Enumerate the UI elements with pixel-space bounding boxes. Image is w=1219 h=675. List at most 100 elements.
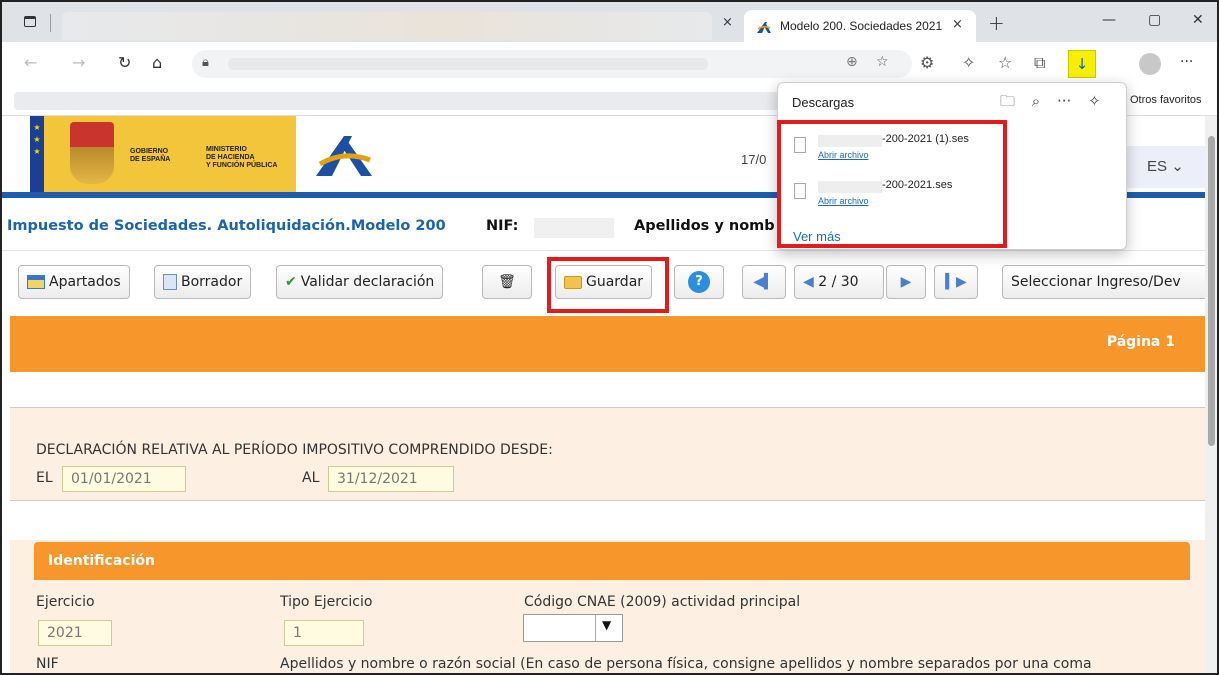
page-label: Página 1 [1106,334,1175,350]
apellidos-label: Apellidos y nomb [634,218,775,234]
period-section: DECLARACIÓN RELATIVA AL PERÍODO IMPOSITI… [10,408,1205,500]
window-close-button[interactable]: ✕ [1192,12,1204,28]
government-logo[interactable]: ★ ★ ★ GOBIERNO DE ESPAÑA MINISTERIO DE HACIE… [30,116,296,192]
prev-page-icon[interactable]: ◀ [803,274,818,290]
refresh-icon[interactable]: ↻ [118,53,131,72]
collections-icon[interactable]: ⧉ [1034,53,1045,73]
borrador-button[interactable]: Borrador [154,265,252,299]
eu-flag-icon: ★ ★ ★ [30,116,44,192]
gov-name: GOBIERNO DE ESPAÑA [130,148,171,163]
guardar-highlight [547,257,669,313]
identificacion-section: Identificación Ejercicio 2021 Tipo Ejerc… [10,540,1205,673]
page-navigator[interactable]: ◀ 2 / 30 [794,265,884,299]
last-page-icon: ▍▶ [945,274,967,290]
window-menu-icon[interactable] [24,16,36,27]
ejercicio-field[interactable]: 2021 [38,620,112,646]
screenshot-frame: × Modelo 200. Sociedades 2021 × + — ▢ ✕ … [0,0,1219,675]
favorites-icon[interactable]: ☆ [998,53,1012,72]
al-label: AL [302,470,320,486]
first-page-button[interactable]: ◀▍ [742,265,786,299]
close-icon[interactable]: × [722,15,733,30]
chevron-down-icon: ▼ [602,618,612,632]
search-icon[interactable]: ⌕ [1032,92,1040,110]
minimize-button[interactable]: — [1102,12,1116,28]
apartados-button[interactable]: Apartados [18,265,130,299]
draft-document-icon [163,274,177,290]
other-favorites-link[interactable]: Otros favoritos [1130,94,1202,106]
profile-avatar[interactable] [1139,53,1161,75]
page-indicator: 2 / 30 [818,274,859,290]
section-title: Identificación [48,553,155,569]
page-scrollbar[interactable] [1205,116,1217,673]
scrollbar-thumb[interactable] [1208,136,1215,446]
folder-icon[interactable]: 🗀︎ [1000,92,1015,110]
zoom-icon[interactable]: ⊕ [846,54,858,70]
settings-more-icon[interactable]: ··· [1180,54,1193,70]
browser-toolbar: ← → ↻ ⌂ 🔒︎ ⊕ ☆ ⚙ ✧ ☆ ⧉ ↓ ··· [2,42,1217,86]
coat-of-arms-icon [70,122,114,184]
tipo-ejercicio-label: Tipo Ejercicio [280,594,373,610]
checkmark-icon: ✔ [285,274,297,290]
language-selector[interactable]: ES ⌄ [1127,146,1205,188]
el-label: EL [36,470,53,486]
more-options-icon[interactable]: ··· [1057,92,1071,110]
add-favorite-icon[interactable]: ☆ [876,54,889,70]
first-page-icon: ◀▍ [753,274,775,290]
tab-close-icon[interactable]: × [952,17,963,32]
forward-icon[interactable]: → [72,53,85,72]
apellidos-field-label: Apellidos y nombre o razón social (En ca… [280,656,1092,672]
chevron-down-icon: ⌄ [1171,158,1184,175]
new-tab-button[interactable]: + [988,11,1005,35]
aeat-favicon-icon [757,22,771,33]
last-page-button[interactable]: ▍▶ [934,265,978,299]
active-tab[interactable]: Modelo 200. Sociedades 2021 × [744,10,976,42]
cnae-dropdown-value [524,615,596,641]
form-title: Impuesto de Sociedades. Autoliquidación.… [7,218,446,234]
spacer-row-2 [10,500,1205,540]
extensions-puzzle-icon[interactable]: ✧ [962,53,975,72]
nif-label: NIF: [486,218,519,234]
language-label: ES [1147,158,1168,175]
nif-value-redacted [534,218,614,238]
spacer-row [10,372,1205,408]
blurred-tab[interactable] [62,12,712,40]
tab-title: Modelo 200. Sociedades 2021 [780,19,943,33]
help-icon: ? [688,271,710,293]
downloads-header-icons: 🗀︎ ⌕ ··· ✧ [1000,91,1113,116]
nif-field-label: NIF [36,656,59,672]
browser-tab-bar: × Modelo 200. Sociedades 2021 × + — ▢ ✕ [2,2,1217,42]
downloads-highlight [777,120,1007,248]
next-page-icon: ▶ [900,274,912,290]
blurred-favorites[interactable] [14,92,784,110]
help-button[interactable]: ? [674,265,724,299]
downloads-button[interactable]: ↓ [1068,50,1096,78]
lock-icon[interactable]: 🔒︎ [202,55,209,70]
agencia-tributaria-logo-icon[interactable] [314,132,374,178]
seleccionar-ingreso-button[interactable]: Seleccionar Ingreso/Dev [1002,265,1212,299]
extension-icon[interactable]: ⚙ [920,53,934,72]
pin-icon[interactable]: ✧ [1088,92,1101,110]
header-date: 17/0 [741,152,767,167]
tab-separator [50,14,51,32]
address-bar[interactable]: 🔒︎ ⊕ ☆ [192,50,912,78]
page-header-bar: Página 1 [10,316,1205,372]
tipo-ejercicio-field[interactable]: 1 [284,620,364,646]
home-icon[interactable]: ⌂ [152,53,162,72]
maximize-button[interactable]: ▢ [1148,12,1161,28]
validar-declaracion-button[interactable]: ✔ Validar declaración [276,265,444,299]
ejercicio-label: Ejercicio [36,594,95,610]
cnae-label: Código CNAE (2009) actividad principal [524,594,801,610]
blurred-url [228,58,708,70]
back-icon[interactable]: ← [24,53,37,72]
downloads-title: Descargas [792,95,855,110]
declaration-text: DECLARACIÓN RELATIVA AL PERÍODO IMPOSITI… [36,442,553,458]
trash-icon: 🗑︎ [498,274,516,290]
ministry-name: MINISTERIO DE HACIENDA Y FUNCIÓN PÚBLICA [206,146,278,169]
delete-button[interactable]: 🗑︎ [482,265,532,299]
period-end-field[interactable]: 31/12/2021 [328,466,454,492]
next-page-button[interactable]: ▶ [886,265,926,299]
window-icon [27,275,45,289]
section-header: Identificación [34,542,1190,580]
cnae-dropdown[interactable]: ▼ [523,614,623,642]
period-start-field[interactable]: 01/01/2021 [62,466,186,492]
